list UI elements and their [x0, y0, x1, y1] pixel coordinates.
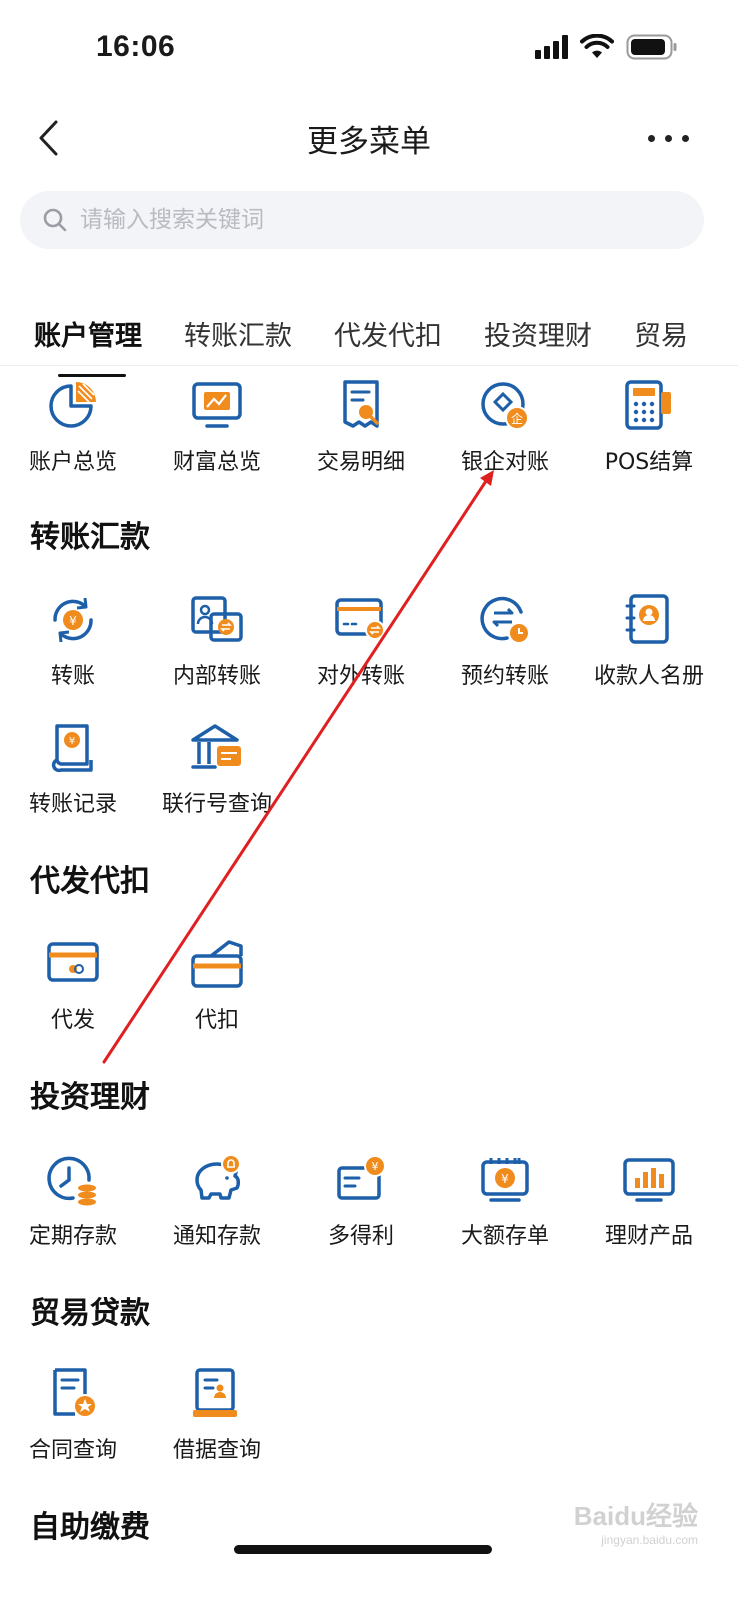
status-time: 16:06	[96, 30, 176, 63]
menu-item-label: 合同查询	[28, 1438, 117, 1463]
contact-book-icon	[625, 594, 669, 644]
section-title-investment: 投资理财	[30, 1080, 150, 1115]
menu-item-label: 收款人名册	[593, 664, 704, 689]
monitor-chart-icon	[192, 382, 242, 428]
menu-item-time-deposit[interactable]: 定期存款	[0, 1152, 146, 1250]
section-title-self-service-payment: 自助缴费	[30, 1510, 150, 1545]
menu-item-payee-list[interactable]: 收款人名册	[576, 592, 722, 690]
menu-item-label: 转账	[50, 664, 95, 689]
enterprise-reconcile-icon: 企	[481, 382, 529, 430]
search-input[interactable]	[80, 207, 640, 233]
menu-item-label: 大额存单	[460, 1224, 549, 1249]
menu-item-pos-settlement[interactable]: POS结算	[576, 378, 722, 476]
menu-item-external-transfer[interactable]: 对外转账	[288, 592, 434, 690]
menu-item-scheduled-transfer[interactable]: 预约转账	[432, 592, 578, 690]
menu-item-label: POS结算	[604, 450, 694, 475]
time-deposit-icon	[47, 1156, 96, 1206]
contract-icon	[53, 1368, 97, 1418]
bar-chart-screen-icon	[623, 1158, 675, 1202]
menu-item-label: 财富总览	[172, 450, 261, 475]
menu-item-label: 内部转账	[172, 664, 261, 689]
menu-item-transfer-records[interactable]: ¥ 转账记录	[0, 720, 146, 818]
menu-item-account-overview[interactable]: 账户总览	[0, 378, 146, 476]
cellular-signal-icon	[535, 35, 568, 59]
menu-item-internal-transfer[interactable]: 内部转账	[144, 592, 290, 690]
menu-item-wealth-overview[interactable]: 财富总览	[144, 378, 290, 476]
pos-terminal-icon	[625, 380, 671, 430]
yuan-cycle-icon: ¥	[53, 597, 93, 643]
menu-item-bank-code-query[interactable]: 联行号查询	[144, 720, 290, 818]
menu-item-contract-query[interactable]: 合同查询	[0, 1366, 146, 1464]
piggy-bank-icon	[195, 1154, 241, 1200]
search-icon	[43, 208, 67, 232]
internal-transfer-icon	[191, 596, 243, 642]
more-options-button[interactable]	[638, 122, 698, 154]
menu-item-wealth-products[interactable]: 理财产品	[576, 1152, 722, 1250]
battery-icon	[626, 34, 677, 60]
scheduled-transfer-icon	[480, 596, 530, 644]
wallet-yuan-icon: ¥	[337, 1155, 386, 1200]
card-transfer-icon	[335, 598, 385, 640]
svg-text:¥: ¥	[69, 614, 77, 628]
home-indicator[interactable]	[234, 1545, 492, 1554]
section-title-transfer: 转账汇款	[30, 520, 150, 555]
status-icons	[535, 34, 678, 60]
svg-text:企: 企	[511, 411, 523, 426]
menu-item-label: 理财产品	[604, 1224, 693, 1249]
page-title: 更多菜单	[307, 124, 431, 160]
dot-icon	[647, 134, 655, 142]
menu-item-label: 通知存款	[172, 1224, 261, 1249]
menu-item-label: 借据查询	[172, 1438, 261, 1463]
bank-query-icon	[191, 724, 241, 769]
tab-trade[interactable]: 贸易	[634, 314, 688, 353]
certificate-deposit-icon: ¥	[481, 1158, 529, 1202]
menu-item-label: 代扣	[194, 1008, 239, 1033]
tab-payroll[interactable]: 代发代扣	[334, 314, 442, 353]
menu-item-withholding[interactable]: 代扣	[144, 936, 290, 1034]
wifi-icon	[580, 34, 614, 58]
menu-item-label: 定期存款	[28, 1224, 117, 1249]
menu-item-duodeli[interactable]: ¥ 多得利	[288, 1152, 434, 1250]
pie-chart-icon	[49, 382, 96, 428]
category-tabs: 账户管理 转账汇款 代发代扣 投资理财 贸易	[0, 300, 738, 366]
search-bar[interactable]	[20, 191, 704, 249]
loan-receipt-icon	[193, 1368, 237, 1417]
withhold-card-icon	[191, 940, 243, 988]
tab-investment[interactable]: 投资理财	[484, 314, 592, 353]
receipt-search-icon	[343, 380, 379, 428]
dot-icon	[664, 134, 672, 142]
transfer-record-icon: ¥	[51, 724, 93, 773]
section-title-payroll: 代发代扣	[30, 864, 150, 899]
menu-item-bank-enterprise-reconciliation[interactable]: 企 银企对账	[432, 378, 578, 476]
menu-item-label: 多得利	[327, 1224, 394, 1249]
navigation-bar: 更多菜单	[0, 100, 738, 180]
menu-item-notice-deposit[interactable]: 通知存款	[144, 1152, 290, 1250]
svg-text:¥: ¥	[372, 1160, 379, 1173]
menu-item-label: 转账记录	[28, 792, 117, 817]
payroll-card-icon	[47, 942, 99, 982]
tab-account-management[interactable]: 账户管理	[34, 314, 142, 353]
menu-item-label: 代发	[50, 1008, 95, 1033]
menu-item-label: 银企对账	[460, 450, 549, 475]
menu-item-label: 账户总览	[28, 450, 117, 475]
svg-text:¥: ¥	[501, 1172, 509, 1186]
tab-transfer[interactable]: 转账汇款	[184, 314, 292, 353]
menu-item-payroll-distribution[interactable]: 代发	[0, 936, 146, 1034]
section-title-trade-loan: 贸易贷款	[30, 1296, 150, 1331]
menu-item-label: 交易明细	[316, 450, 405, 475]
watermark-url: jingyan.baidu.com	[601, 1533, 698, 1547]
active-tab-indicator	[58, 374, 126, 377]
watermark-brand: Baidu经验	[573, 1501, 698, 1531]
dot-icon	[681, 134, 689, 142]
menu-item-transaction-details[interactable]: 交易明细	[288, 378, 434, 476]
menu-item-label: 对外转账	[316, 664, 405, 689]
menu-item-label: 联行号查询	[161, 792, 272, 817]
baidu-watermark: Baidu经验 jingyan.baidu.com	[574, 1496, 698, 1547]
status-bar: 16:06	[0, 0, 738, 100]
menu-item-loan-receipt-query[interactable]: 借据查询	[144, 1366, 290, 1464]
menu-item-label: 预约转账	[460, 664, 549, 689]
menu-item-transfer[interactable]: ¥ 转账	[0, 592, 146, 690]
svg-text:¥: ¥	[69, 736, 75, 747]
menu-item-large-deposit-certificate[interactable]: ¥ 大额存单	[432, 1152, 578, 1250]
